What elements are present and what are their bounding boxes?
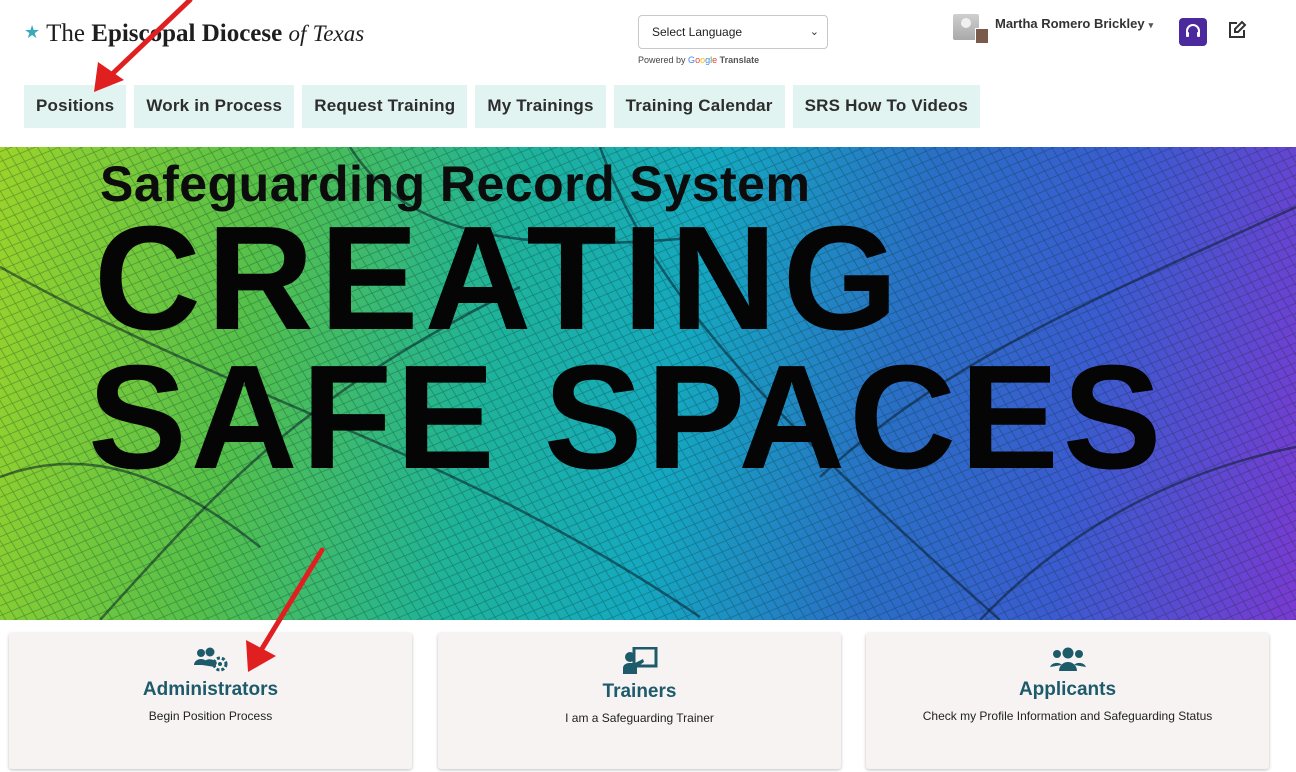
trainers-card[interactable]: Trainers I am a Safeguarding Trainer xyxy=(438,633,841,769)
card-description: Begin Position Process xyxy=(148,709,273,723)
card-description: I am a Safeguarding Trainer xyxy=(565,711,714,725)
chevron-down-icon: ⌄ xyxy=(809,26,819,38)
headset-icon xyxy=(1186,24,1200,37)
administrators-card[interactable]: Administrators Begin Position Process xyxy=(9,633,412,769)
edit-button[interactable] xyxy=(1227,20,1247,40)
google-wordmark: Google xyxy=(688,55,718,65)
avatar xyxy=(953,14,989,44)
hero-headline-line2: SAFE SPACES xyxy=(88,335,1166,500)
card-title: Applicants xyxy=(1018,679,1117,700)
tab-work-in-process[interactable]: Work in Process xyxy=(134,85,295,128)
user-photo-thumbnail xyxy=(975,28,989,44)
card-description: Check my Profile Information and Safegua… xyxy=(922,709,1213,723)
edit-icon xyxy=(1229,20,1247,38)
tab-srs-how-to-videos[interactable]: SRS How To Videos xyxy=(792,85,980,128)
users-cog-icon xyxy=(193,647,227,672)
headset-button[interactable] xyxy=(1179,18,1207,46)
main-nav: Positions Work in Process Request Traini… xyxy=(24,85,988,128)
applicants-card[interactable]: Applicants Check my Profile Information … xyxy=(866,633,1269,769)
header: ★ The Episcopal Diocese of Texas Select L… xyxy=(0,0,1296,80)
tab-request-training[interactable]: Request Training xyxy=(302,85,468,128)
powered-by-google-translate[interactable]: Powered by Google Translate xyxy=(638,55,759,65)
tab-my-trainings[interactable]: My Trainings xyxy=(475,85,606,128)
users-icon xyxy=(1049,647,1086,671)
card-title: Trainers xyxy=(602,681,677,702)
site-logo[interactable]: ★ The Episcopal Diocese of Texas xyxy=(24,20,364,48)
tab-positions[interactable]: Positions xyxy=(24,85,127,128)
user-name[interactable]: Martha Romero Brickley ▾ xyxy=(995,16,1153,31)
tab-training-calendar[interactable]: Training Calendar xyxy=(613,85,785,128)
chalkboard-teacher-icon xyxy=(622,647,657,674)
card-title: Administrators xyxy=(142,679,279,700)
user-menu[interactable]: Martha Romero Brickley ▾ xyxy=(953,14,1153,48)
caret-down-icon: ▾ xyxy=(1148,20,1154,30)
hero-banner: Safeguarding Record System CREATING SAFE… xyxy=(0,147,1296,620)
star-icon: ★ xyxy=(24,22,41,42)
hero-headline-line1: CREATING xyxy=(94,196,904,361)
language-select[interactable]: Select Language ⌄ xyxy=(638,15,828,49)
